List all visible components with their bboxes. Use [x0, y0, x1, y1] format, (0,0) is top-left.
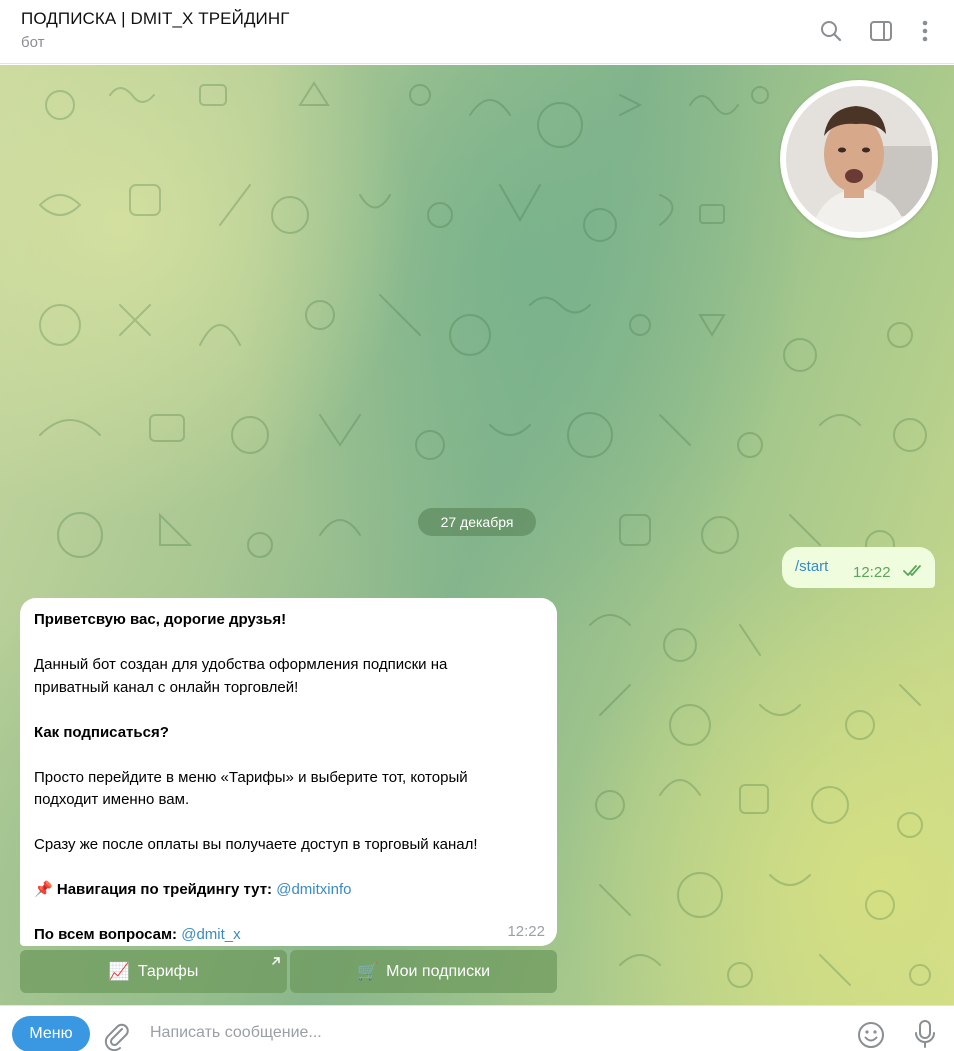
my-subscriptions-label: Мои подписки — [386, 962, 491, 980]
bot-menu-button[interactable]: Меню — [12, 1016, 90, 1051]
more-vertical-icon[interactable] — [912, 18, 938, 44]
message-input[interactable] — [150, 1016, 830, 1050]
intro-line-2: приватный канал с онлайн торговлей! — [34, 678, 299, 696]
navigation-label: Навигация по трейдингу тут: — [56, 881, 273, 898]
incoming-message-time: 12:22 — [507, 923, 545, 940]
intro-line-1: Данный бот создан для удобства оформлени… — [34, 656, 448, 673]
paperclip-icon[interactable] — [102, 1021, 132, 1051]
chat-background: 27 декабря /start 12:22 Приветсвую вас, … — [0, 65, 954, 1005]
after-payment-text: Сразу же после оплаты вы получаете досту… — [34, 836, 478, 853]
questions-line: По всем вопросам: @dmit_x — [34, 924, 544, 947]
howto-line-1: Просто перейдите в меню «Тарифы» и выбер… — [34, 768, 468, 786]
outgoing-message-time: 12:22 — [853, 564, 891, 581]
chat-title[interactable]: ПОДПИСКА | DMIT_X ТРЕЙДИНГ — [21, 9, 290, 29]
howto-line-2: подходит именно вам. — [34, 791, 190, 808]
chat-subtitle: бот — [21, 34, 45, 51]
questions-link[interactable]: @dmit_x — [181, 926, 240, 943]
read-ticks-icon — [903, 564, 925, 578]
avatar-photo — [786, 86, 932, 232]
search-icon[interactable] — [818, 18, 844, 44]
greeting-text: Приветсвую вас, дорогие друзья! — [34, 611, 287, 628]
sidebar-toggle-icon[interactable] — [868, 18, 894, 44]
message-composer: Меню — [0, 1005, 954, 1051]
chat-header: ПОДПИСКА | DMIT_X ТРЕЙДИНГ бот — [0, 0, 954, 64]
microphone-icon[interactable] — [912, 1018, 938, 1050]
date-separator: 27 декабря — [418, 508, 536, 536]
bot-avatar[interactable] — [780, 80, 938, 238]
my-subscriptions-button[interactable]: 🛒 Мои подписки — [290, 950, 557, 993]
outgoing-message[interactable]: /start 12:22 — [782, 547, 935, 588]
tariffs-button-label: Тарифы — [137, 962, 199, 980]
pushpin-icon: 📌 — [34, 881, 53, 898]
navigation-line: 📌 Навигация по трейдингу тут: @dmitxinfo — [34, 879, 544, 902]
incoming-message-text: Приветсвую вас, дорогие друзья! Данный б… — [34, 609, 544, 947]
outgoing-message-text[interactable]: /start — [795, 558, 828, 575]
incoming-message[interactable]: Приветсвую вас, дорогие друзья! Данный б… — [20, 598, 557, 946]
tariffs-button[interactable]: 📈 Тарифы — [20, 950, 287, 993]
navigation-link[interactable]: @dmitxinfo — [276, 881, 351, 898]
shopping-cart-icon: 🛒 — [356, 961, 379, 981]
howto-heading: Как подписаться? — [34, 723, 169, 741]
external-arrow-icon — [271, 953, 281, 965]
chart-icon: 📈 — [108, 961, 130, 981]
questions-label: По всем вопросам: — [34, 926, 178, 943]
emoji-icon[interactable] — [856, 1020, 886, 1050]
